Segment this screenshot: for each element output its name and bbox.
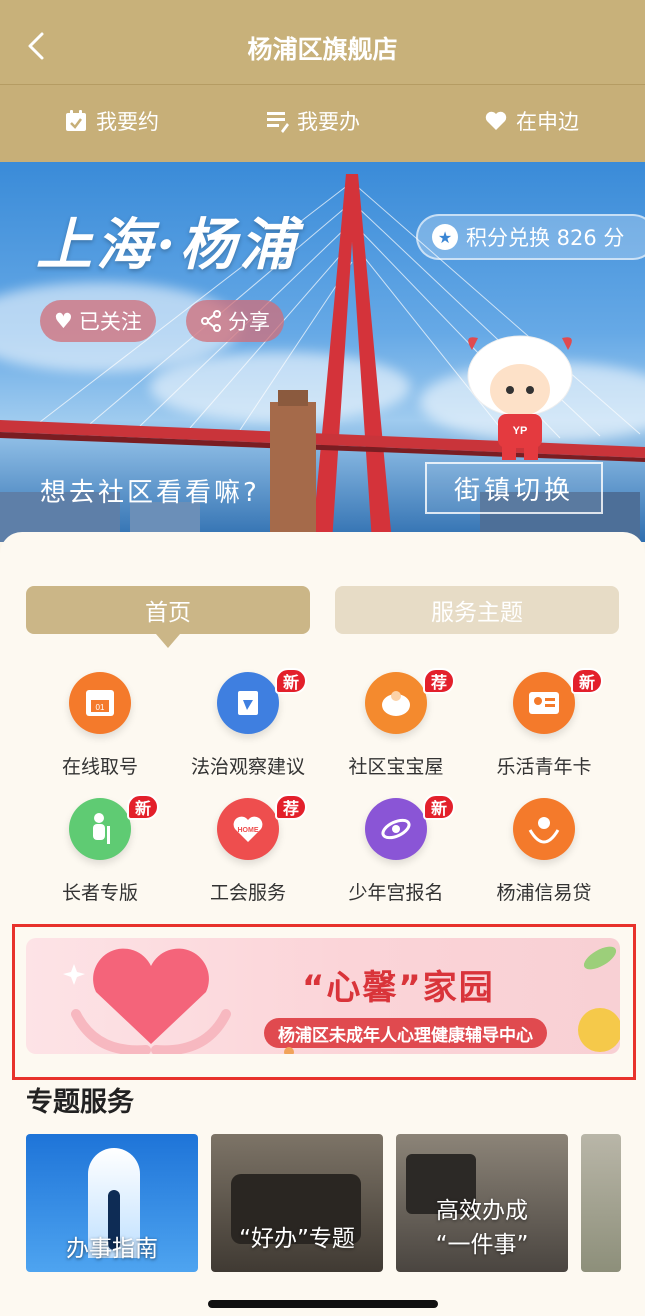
tab-service-topics[interactable]: 服务主题	[335, 586, 619, 634]
quick-action-nearby[interactable]: 在申边	[484, 103, 579, 139]
quick-action-label: 我要约	[96, 110, 159, 134]
gavel-document-icon: 新	[217, 668, 307, 734]
baby-icon: 荐	[365, 668, 455, 734]
svg-text:HOME: HOME	[238, 827, 259, 834]
service-item-legal-advice[interactable]: 新 法治观察建议	[168, 668, 328, 779]
page-title: 杨浦区旗舰店	[247, 35, 398, 64]
topic-card-guide[interactable]: 办事指南	[26, 1134, 198, 1272]
points-label: 积分兑换 826 分	[466, 226, 625, 250]
promo-title: “心馨”家园	[302, 968, 495, 1008]
service-label: 法治观察建议	[190, 756, 305, 778]
mascot-tag: YP	[513, 425, 528, 437]
tab-home[interactable]: 首页	[26, 586, 310, 648]
quick-action-label: 我要办	[297, 110, 360, 134]
recommend-badge: 荐	[423, 668, 455, 694]
promo-subtitle: 杨浦区未成年人心理健康辅导中心	[264, 1018, 547, 1048]
follow-label: 已关注	[78, 310, 142, 334]
home-indicator	[208, 1300, 438, 1308]
heart-icon	[485, 111, 507, 130]
follow-button[interactable]: ♥ 已关注	[40, 300, 156, 342]
heart-hands-icon	[63, 948, 231, 1054]
topic-label: “一件事”	[435, 1232, 529, 1258]
service-label: 长者专版	[61, 882, 138, 904]
top-bar: 杨浦区旗舰店	[0, 0, 645, 84]
service-item-youth-card[interactable]: 新 乐活青年卡	[464, 668, 624, 779]
new-badge: 新	[571, 668, 603, 694]
star-icon: ★	[432, 224, 458, 250]
promo-banner[interactable]: “心馨”家园 杨浦区未成年人心理健康辅导中心	[26, 938, 620, 1054]
service-item-elder-edition[interactable]: 新 长者专版	[20, 794, 180, 905]
share-label: 分享	[228, 310, 270, 334]
content-card: 首页 服务主题 01 在线取号 新 法治观察建议 荐 社区宝宝屋 新 乐活青年卡…	[0, 532, 645, 1316]
hands-money-icon	[513, 798, 575, 860]
topic-label: “好办”专题	[239, 1226, 355, 1252]
service-item-online-ticket[interactable]: 01 在线取号	[20, 672, 180, 779]
topic-label: 高效办成	[436, 1198, 528, 1224]
quick-action-bar: 我要约 我要办 在申边	[0, 84, 645, 162]
svg-text:01: 01	[96, 703, 105, 712]
share-icon	[201, 310, 221, 332]
document-list-icon	[267, 112, 289, 133]
section-title: 专题服务	[26, 1087, 134, 1118]
service-label: 工会服务	[209, 882, 286, 904]
heart-icon: ♥	[54, 309, 73, 333]
service-label: 在线取号	[61, 756, 138, 778]
quick-action-appointment[interactable]: 我要约	[64, 103, 159, 139]
topic-card-easy-handle[interactable]: “好办”专题	[211, 1134, 383, 1272]
service-label: 杨浦信易贷	[496, 882, 592, 904]
service-item-credit-loan[interactable]: 杨浦信易贷	[464, 798, 624, 905]
service-item-baby-house[interactable]: 荐 社区宝宝屋	[316, 668, 476, 779]
points-exchange-button[interactable]: ★ 积分兑换 826 分	[416, 214, 645, 260]
quick-action-label: 在申边	[516, 110, 579, 134]
hero-banner: 上海·杨浦 ★ 积分兑换 826 分 ♥ 已关注 分享 YP 想去社区看看嘛? …	[0, 162, 645, 542]
quick-action-handle[interactable]: 我要办	[265, 103, 360, 139]
mascot-icon: YP	[467, 335, 573, 460]
service-item-union-service[interactable]: HOME 荐 工会服务	[168, 794, 328, 905]
flower-decoration	[578, 946, 620, 1052]
topic-label: 办事指南	[66, 1236, 158, 1262]
carousel-indicator	[284, 1047, 294, 1054]
community-question: 想去社区看看嘛?	[40, 478, 260, 508]
calendar-check-icon	[66, 110, 86, 131]
topic-card-one-thing[interactable]: 高效办成 “一件事”	[396, 1134, 568, 1272]
service-label: 少年宫报名	[348, 882, 444, 904]
new-badge: 新	[423, 794, 455, 820]
ticket-machine-icon: 01	[69, 672, 131, 734]
new-badge: 新	[275, 668, 307, 694]
banner-title: 上海·杨浦	[36, 212, 300, 278]
home-heart-icon: HOME 荐	[217, 794, 307, 860]
id-card-icon: 新	[513, 668, 603, 734]
recommend-badge: 荐	[275, 794, 307, 820]
orbit-icon: 新	[365, 794, 455, 860]
share-button[interactable]: 分享	[186, 300, 284, 342]
service-label: 乐活青年卡	[496, 756, 592, 778]
district-switch-button[interactable]: 街镇切换	[425, 462, 603, 514]
service-label: 社区宝宝屋	[348, 756, 444, 778]
new-badge: 新	[127, 794, 159, 820]
topic-card-more[interactable]	[581, 1134, 621, 1272]
service-item-youth-palace[interactable]: 新 少年宫报名	[316, 794, 476, 905]
elder-icon: 新	[69, 794, 159, 860]
